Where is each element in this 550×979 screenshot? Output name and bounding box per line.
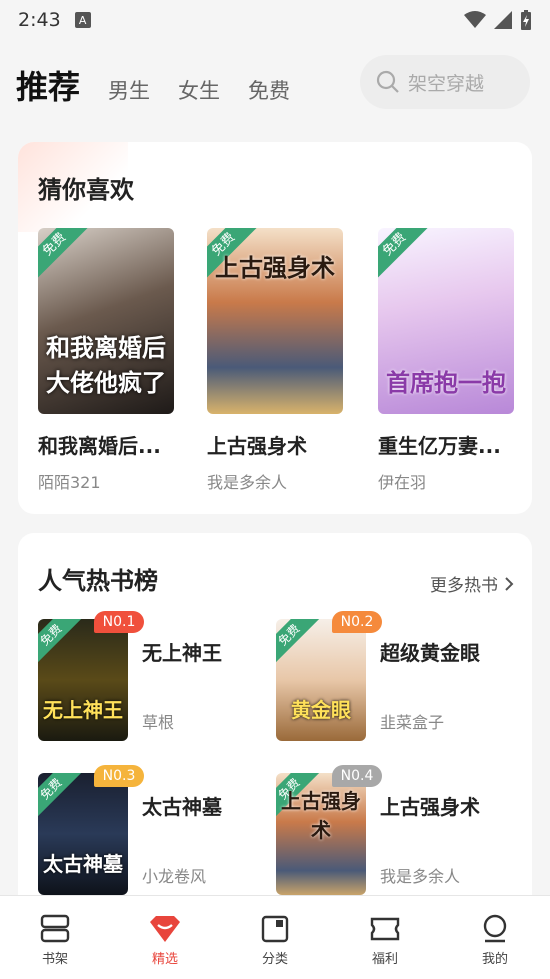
signal-icon [494,11,512,29]
book-author: 伊在羽 [378,473,427,492]
cover-title-art: 无上神王 [43,698,123,722]
section-title: 猜你喜欢 [38,176,134,204]
book-author: 我是多余人 [207,473,288,492]
rank-item[interactable]: 免费 上古强身术 N0.4 上古强身术 我是多余人 [276,765,516,897]
cover-title-art: 首席抱一抱 [386,368,506,397]
notification-icon: A [74,12,91,28]
tab-free[interactable]: 免费 [248,75,290,105]
book-title[interactable]: 上古强身术 [207,430,345,459]
cover-title-art: 黄金眼 [291,698,351,722]
ticket-icon [370,917,400,941]
book-cover[interactable]: 免费 上古强身术 [276,773,366,895]
cover-title-art: 太古神墓 [43,852,123,876]
book-cover[interactable]: 免费 首席抱一抱 [378,228,514,414]
top-nav: 推荐 男生 女生 免费 架空穿越 [0,55,550,115]
search-icon [376,70,399,93]
free-tag: 免费 [276,619,321,667]
status-bar: 2:43 A [0,0,550,40]
book-cover[interactable]: 免费 太古神墓 [38,773,128,895]
rank-badge: N0.2 [332,611,382,633]
book-card[interactable]: 免费 和我离婚后大佬他疯了 和我离婚后... 陌陌321 [38,228,176,493]
tab-recommend[interactable]: 推荐 [16,62,80,108]
tab-female[interactable]: 女生 [178,75,220,105]
rank-item[interactable]: 免费 黄金眼 N0.2 超级黄金眼 韭菜盒子 [276,611,516,743]
status-icons [464,10,532,30]
status-time: 2:43 [18,9,61,31]
search-placeholder: 架空穿越 [408,72,485,95]
section-title: 人气热书榜 [38,567,158,595]
book-cover[interactable]: 免费 和我离婚后大佬他疯了 [38,228,174,414]
tab-featured[interactable]: 精选 [110,896,220,979]
book-title[interactable]: 和我离婚后... [38,430,176,459]
profile-icon [483,914,507,943]
chevron-right-icon [505,576,514,591]
tab-welfare[interactable]: 福利 [330,896,440,979]
book-card[interactable]: 免费 首席抱一抱 重生亿万妻... 伊在羽 [378,228,516,493]
tab-label: 福利 [371,952,398,967]
diamond-icon [150,916,180,942]
cover-title-art: 和我离婚后大佬他疯了 [46,333,166,397]
tab-label: 我的 [481,952,508,967]
rank-badge: N0.1 [94,611,144,633]
book-author: 韭菜盒子 [380,713,445,732]
hot-ranking-section: 人气热书榜 更多热书 免费 无上神王 N0.1 无上神王 草根 免费 黄金眼 N… [18,533,532,913]
tab-profile[interactable]: 我的 [440,896,550,979]
free-tag: 免费 [38,228,89,279]
book-author: 小龙卷风 [142,867,207,886]
tab-bookshelf[interactable]: 书架 [0,896,110,979]
more-label: 更多热书 [430,576,498,596]
tab-male[interactable]: 男生 [108,75,150,105]
tab-label: 书架 [41,952,68,967]
battery-icon [521,10,531,30]
book-author: 我是多余人 [380,867,461,886]
cover-title-art: 上古强身术 [281,789,361,842]
book-author: 陌陌321 [38,473,101,492]
book-title[interactable]: 上古强身术 [380,791,480,820]
rank-item[interactable]: 免费 太古神墓 N0.3 太古神墓 小龙卷风 [38,765,278,897]
free-tag: 免费 [38,619,83,667]
cover-title-art: 上古强身术 [215,253,335,282]
book-title[interactable]: 太古神墓 [142,791,222,820]
book-title[interactable]: 超级黄金眼 [380,637,480,666]
tab-label: 精选 [151,952,178,967]
bottom-tab-bar: 书架 精选 分类 福利 我的 [0,895,550,979]
book-title[interactable]: 无上神王 [142,637,222,666]
book-card[interactable]: 免费 上古强身术 上古强身术 我是多余人 [207,228,345,493]
rank-item[interactable]: 免费 无上神王 N0.1 无上神王 草根 [38,611,278,743]
book-title[interactable]: 重生亿万妻... [378,430,516,459]
free-tag: 免费 [378,228,429,279]
wifi-icon [464,11,486,28]
book-cover[interactable]: 免费 上古强身术 [207,228,343,414]
book-cover[interactable]: 免费 无上神王 [38,619,128,741]
guess-you-like-section: 猜你喜欢 免费 和我离婚后大佬他疯了 和我离婚后... 陌陌321 免费 上古强… [18,142,532,514]
bookshelf-icon [40,914,70,943]
more-hot-books-link[interactable]: 更多热书 [430,571,514,596]
tab-category[interactable]: 分类 [220,896,330,979]
book-cover[interactable]: 免费 黄金眼 [276,619,366,741]
rank-badge: N0.3 [94,765,144,787]
rank-badge: N0.4 [332,765,382,787]
free-tag: 免费 [38,773,83,821]
tab-label: 分类 [261,952,288,967]
category-icon [261,915,289,943]
search-input[interactable]: 架空穿越 [360,55,530,109]
book-author: 草根 [142,713,175,732]
